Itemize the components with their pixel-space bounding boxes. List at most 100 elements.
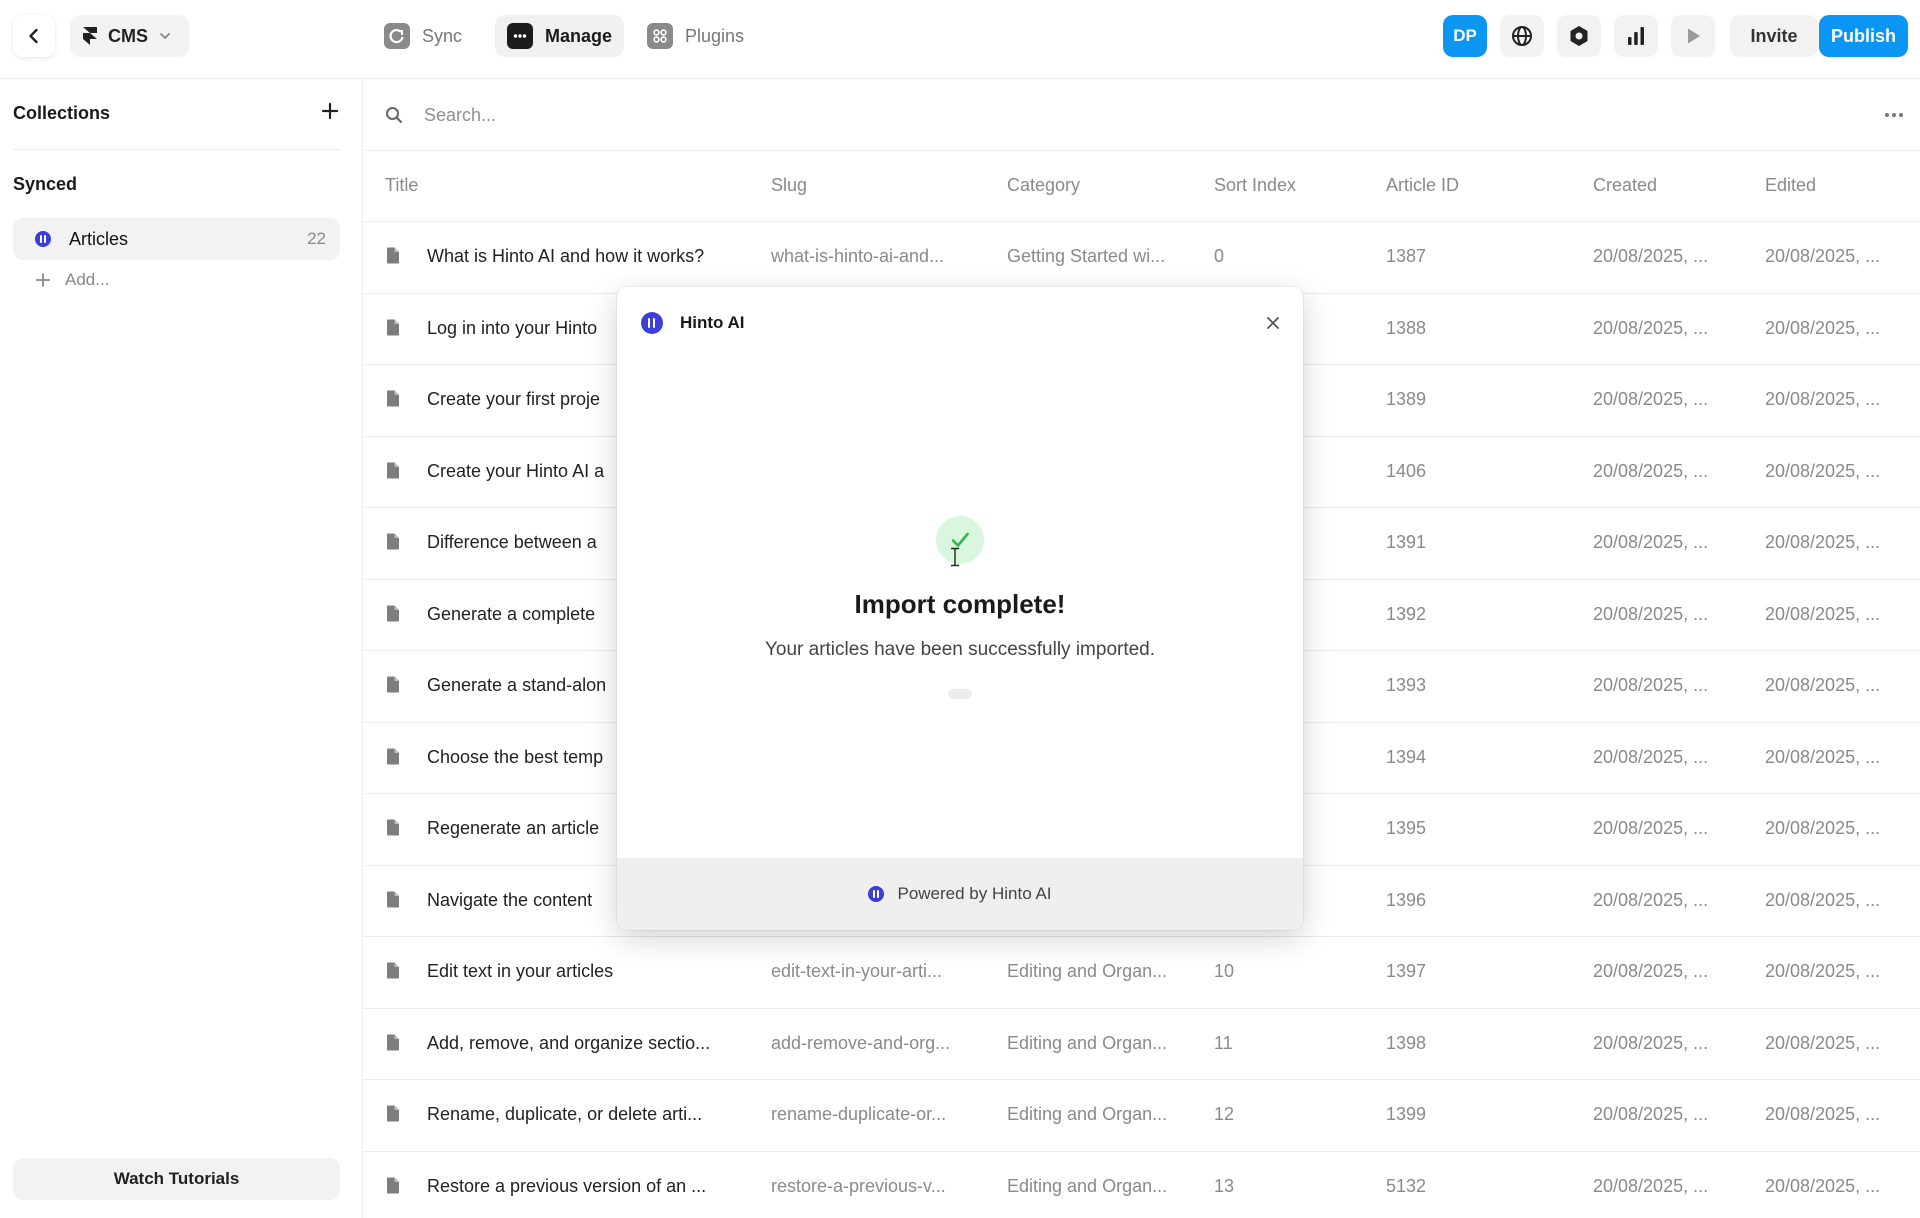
- document-icon: [386, 1034, 400, 1056]
- more-horizontal-icon: [1885, 113, 1903, 117]
- hinto-logo-icon: [641, 312, 663, 334]
- row-edited: 20/08/2025, ...: [1765, 818, 1881, 838]
- sidebar-item-count: 22: [307, 229, 326, 248]
- row-article-id: 5132: [1386, 1175, 1427, 1196]
- document-icon: [386, 962, 400, 984]
- synced-heading: Synced: [13, 174, 78, 194]
- preview-button[interactable]: [1671, 15, 1715, 57]
- document-icon: [386, 676, 400, 698]
- sidebar-item-articles[interactable]: Articles 22: [13, 218, 340, 260]
- modal-close-button[interactable]: [1261, 311, 1285, 335]
- document-icon: [386, 533, 400, 555]
- row-edited: 20/08/2025, ...: [1765, 961, 1881, 981]
- document-icon: [386, 748, 400, 770]
- tab-sync[interactable]: Sync: [372, 15, 474, 57]
- table-row[interactable]: Add, remove, and organize sectio... add-r…: [364, 1009, 1920, 1080]
- row-title: What is Hinto AI and how it works?: [427, 246, 705, 266]
- row-slug: what-is-hinto-ai-and...: [771, 246, 945, 266]
- globe-button[interactable]: [1500, 15, 1544, 57]
- row-created: 20/08/2025, ...: [1593, 961, 1709, 981]
- search-icon: [386, 107, 402, 123]
- row-category: Editing and Organ...: [1007, 961, 1168, 981]
- row-sort-index: 13: [1214, 1175, 1235, 1196]
- row-category: Editing and Organ...: [1007, 1104, 1168, 1124]
- column-header-edited[interactable]: Edited: [1765, 175, 1816, 196]
- cms-switcher[interactable]: CMS: [70, 15, 189, 57]
- row-article-id: 1391: [1386, 532, 1427, 552]
- column-header-created[interactable]: Created: [1593, 175, 1657, 196]
- sync-icon: [384, 23, 410, 49]
- more-options-button[interactable]: [1880, 101, 1908, 129]
- row-slug: add-remove-and-org...: [771, 1032, 951, 1053]
- row-edited: 20/08/2025, ...: [1765, 889, 1881, 910]
- watch-tutorials-button[interactable]: Watch Tutorials: [13, 1158, 340, 1200]
- row-created: 20/08/2025, ...: [1593, 389, 1709, 409]
- framer-logo-icon: [83, 27, 97, 45]
- row-edited: 20/08/2025, ...: [1765, 532, 1881, 552]
- add-label: Add...: [65, 270, 110, 289]
- row-created: 20/08/2025, ...: [1593, 532, 1709, 552]
- row-created: 20/08/2025, ...: [1593, 1175, 1709, 1196]
- row-sort-index: 12: [1214, 1104, 1235, 1124]
- row-title: Rename, duplicate, or delete arti...: [427, 1104, 703, 1124]
- tab-manage[interactable]: Manage: [495, 15, 625, 57]
- row-edited: 20/08/2025, ...: [1765, 460, 1881, 481]
- column-header-title[interactable]: Title: [385, 175, 418, 196]
- bar-chart-icon: [1628, 27, 1644, 45]
- modal-footer: Powered by Hinto AI: [617, 858, 1303, 930]
- modal-message: Your articles have been successfully imp…: [764, 639, 1156, 660]
- hexagon-settings-icon: [1570, 26, 1588, 46]
- document-icon: [386, 462, 400, 484]
- column-header-category[interactable]: Category: [1007, 175, 1080, 196]
- row-article-id: 1394: [1386, 746, 1427, 767]
- column-header-article-id[interactable]: Article ID: [1386, 175, 1459, 196]
- row-created: 20/08/2025, ...: [1593, 1032, 1709, 1053]
- row-slug: restore-a-previous-v...: [771, 1175, 946, 1196]
- row-article-id: 1397: [1386, 961, 1427, 981]
- tab-plugins[interactable]: Plugins: [635, 15, 756, 57]
- row-article-id: 1396: [1386, 889, 1427, 910]
- row-created: 20/08/2025, ...: [1593, 317, 1709, 338]
- search-input[interactable]: [424, 99, 1724, 131]
- collections-heading: Collections: [13, 103, 111, 123]
- sidebar-divider: [13, 149, 340, 150]
- row-sort-index: 10: [1214, 961, 1235, 981]
- tab-plugins-label: Plugins: [685, 25, 745, 46]
- settings-button[interactable]: [1557, 15, 1601, 57]
- user-avatar[interactable]: DP: [1443, 15, 1487, 57]
- document-icon: [386, 1177, 400, 1199]
- table-row[interactable]: Edit text in your articles edit-text-in-y…: [364, 937, 1920, 1009]
- publish-button[interactable]: Publish: [1819, 15, 1908, 57]
- row-edited: 20/08/2025, ...: [1765, 1175, 1881, 1196]
- invite-button[interactable]: Invite: [1730, 15, 1818, 57]
- back-button[interactable]: [13, 15, 55, 57]
- analytics-button[interactable]: [1614, 15, 1658, 57]
- row-article-id: 1406: [1386, 460, 1427, 481]
- table-header: Title Slug Category Sort Index Article I…: [364, 151, 1920, 222]
- search-bar: [364, 79, 1920, 151]
- document-icon: [386, 247, 400, 269]
- column-header-slug[interactable]: Slug: [771, 175, 807, 196]
- tab-sync-label: Sync: [422, 25, 463, 46]
- column-header-sort-index[interactable]: Sort Index: [1214, 175, 1296, 196]
- add-collection-link[interactable]: Add...: [35, 270, 109, 290]
- sidebar: Collections Synced Articles 22 Add... Wa…: [0, 79, 363, 1218]
- row-article-id: 1399: [1386, 1104, 1427, 1124]
- row-created: 20/08/2025, ...: [1593, 889, 1709, 910]
- manage-icon: [507, 23, 533, 49]
- import-modal: Hinto AI Import complete! Your articles …: [617, 287, 1303, 930]
- table-row[interactable]: Rename, duplicate, or delete arti... rena…: [364, 1080, 1920, 1152]
- table-row[interactable]: Restore a previous version of an ... rest…: [364, 1152, 1920, 1218]
- add-collection-button[interactable]: [318, 99, 342, 123]
- cms-label: CMS: [108, 25, 148, 46]
- modal-title: Hinto AI: [680, 313, 745, 332]
- row-edited: 20/08/2025, ...: [1765, 675, 1881, 695]
- row-slug: edit-text-in-your-arti...: [771, 961, 943, 981]
- row-article-id: 1388: [1386, 317, 1427, 338]
- success-badge: [936, 516, 984, 564]
- row-title: Add, remove, and organize sectio...: [427, 1032, 711, 1053]
- row-title: Restore a previous version of an ...: [427, 1175, 707, 1196]
- row-created: 20/08/2025, ...: [1593, 746, 1709, 767]
- row-article-id: 1389: [1386, 389, 1427, 409]
- table-row[interactable]: What is Hinto AI and how it works? what-i…: [364, 222, 1920, 294]
